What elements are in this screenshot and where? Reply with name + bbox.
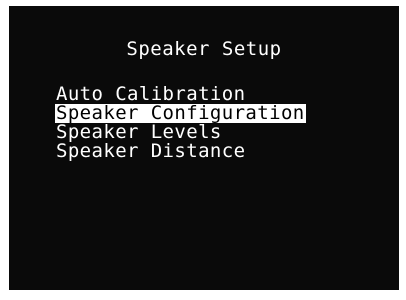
menu-item-speaker-distance[interactable]: Speaker Distance	[55, 142, 246, 161]
menu-title: Speaker Setup	[126, 38, 282, 60]
menu-list: Auto Calibration Speaker Configuration S…	[55, 85, 306, 161]
osd-screen: Speaker Setup Auto Calibration Speaker C…	[9, 6, 399, 290]
